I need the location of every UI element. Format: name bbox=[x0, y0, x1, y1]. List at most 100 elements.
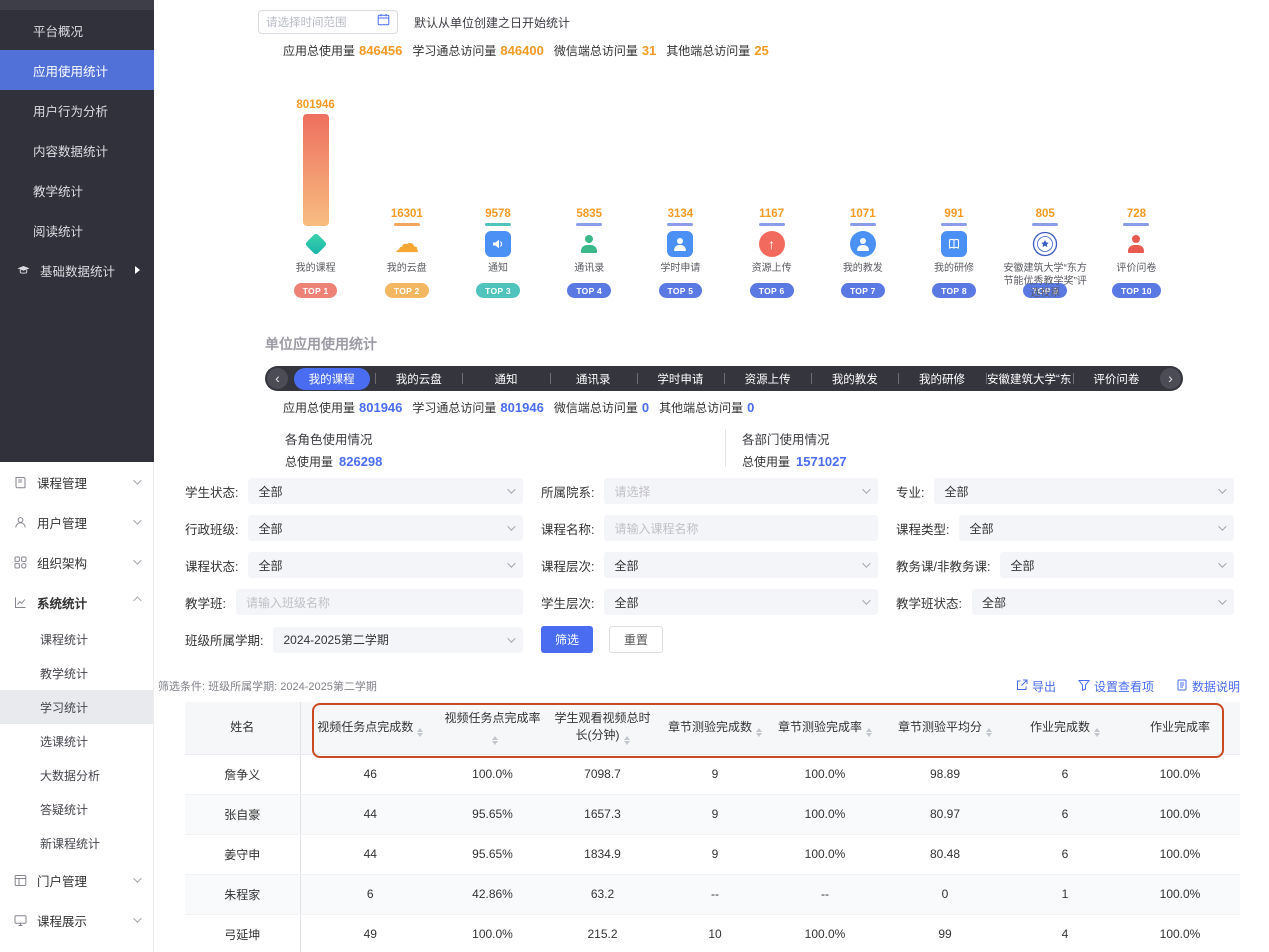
tab-research-training[interactable]: 我的研修 bbox=[898, 366, 985, 391]
bar-value: 16301 bbox=[391, 208, 423, 220]
tab-notifications[interactable]: 通知 bbox=[462, 366, 549, 391]
major-select[interactable]: 全部 bbox=[934, 478, 1234, 504]
sidebar-item-content-data[interactable]: 内容数据统计 bbox=[0, 130, 154, 170]
chart-icon bbox=[13, 595, 28, 610]
filter-teaching-class-status: 教学班状态: 全部 bbox=[896, 589, 1234, 615]
sidebar-subitem-learning-stats[interactable]: 学习统计 bbox=[0, 690, 153, 724]
student-level-select[interactable]: 全部 bbox=[604, 589, 878, 615]
rank-badge: TOP 1 bbox=[294, 283, 338, 298]
sidebar-item-reading-stats[interactable]: 阅读统计 bbox=[0, 210, 154, 250]
sidebar-item-user-management[interactable]: 用户管理 bbox=[0, 502, 153, 542]
tab-scroll-left-icon[interactable]: ‹ bbox=[267, 368, 288, 389]
chevron-down-icon bbox=[133, 914, 141, 922]
chevron-down-icon bbox=[133, 516, 141, 524]
table-row: 姜守申 4495.65% 1834.99 100.0%80.48 6100.0% bbox=[185, 834, 1240, 874]
export-link[interactable]: 导出 bbox=[1016, 678, 1056, 695]
filter-summary: 筛选条件: 班级所属学期: 2024-2025第二学期 bbox=[158, 678, 377, 694]
tab-study-hours[interactable]: 学时申请 bbox=[637, 366, 724, 391]
academic-course-select[interactable]: 全部 bbox=[1000, 552, 1234, 578]
sort-icon[interactable] bbox=[492, 736, 498, 746]
sidebar-item-teaching-stats[interactable]: 教学统计 bbox=[0, 170, 154, 210]
sort-icon[interactable] bbox=[1094, 728, 1100, 738]
filter-teaching-class: 教学班: 请输入班级名称 bbox=[185, 589, 523, 615]
sort-icon[interactable] bbox=[986, 728, 992, 738]
header-video-watch-minutes: 学生观看视频总时长(分钟) bbox=[545, 702, 660, 754]
data-description-link[interactable]: 数据说明 bbox=[1176, 678, 1240, 695]
department-usage-panel: 各部门使用情况 总使用量1571027 bbox=[725, 429, 847, 467]
semester-select[interactable]: 2024-2025第二学期 bbox=[273, 627, 523, 653]
funnel-icon bbox=[1078, 679, 1090, 694]
chevron-down-icon bbox=[1218, 522, 1226, 530]
chevron-down-icon bbox=[1218, 596, 1226, 604]
sidebar-item-org-structure[interactable]: 组织架构 bbox=[0, 542, 153, 582]
rank-badge: TOP 4 bbox=[567, 283, 611, 298]
chart-column-study-hours: 3134 学时申请 TOP 5 bbox=[635, 88, 726, 298]
sidebar-item-course-display[interactable]: 课程展示 bbox=[0, 900, 153, 940]
header-video-task-completed: 视频任务点完成数 bbox=[300, 702, 440, 754]
sidebar-subitem-big-data-analysis[interactable]: 大数据分析 bbox=[0, 758, 153, 792]
bar-value: 1071 bbox=[850, 208, 876, 220]
teaching-development-icon bbox=[850, 231, 876, 257]
sort-icon[interactable] bbox=[756, 728, 762, 738]
chart-column-cloud-disk: 16301 ☁ 我的云盘 TOP 2 bbox=[361, 88, 452, 298]
display-icon bbox=[13, 913, 28, 928]
university-logo-icon bbox=[1032, 231, 1058, 257]
header-chapter-quiz-completed: 章节测验完成数 bbox=[660, 702, 770, 754]
sidebar-item-system-stats[interactable]: 系统统计 bbox=[0, 582, 153, 622]
bar bbox=[667, 223, 693, 226]
sidebar-subitem-new-course-stats[interactable]: 新课程统计 bbox=[0, 826, 153, 860]
sidebar-item-course-management[interactable]: 课程管理 bbox=[0, 462, 153, 502]
chevron-down-icon bbox=[507, 522, 515, 530]
sort-icon[interactable] bbox=[624, 736, 630, 746]
date-range-picker[interactable]: 请选择时间范围 bbox=[258, 10, 398, 34]
sidebar-item-basic-data-stats[interactable]: 基础数据统计 bbox=[0, 250, 154, 290]
chevron-down-icon bbox=[507, 485, 515, 493]
sidebar-item-user-behavior[interactable]: 用户行为分析 bbox=[0, 90, 154, 130]
course-type-select[interactable]: 全部 bbox=[959, 515, 1234, 541]
filter-course-type: 课程类型: 全部 bbox=[896, 515, 1234, 541]
tab-scroll-right-icon[interactable]: › bbox=[1160, 368, 1181, 389]
bar bbox=[1032, 223, 1058, 226]
tab-list: 我的课程 我的云盘 通知 通讯录 学时申请 资源上传 我的教发 我的研修 安徽建… bbox=[288, 366, 1160, 391]
reset-button[interactable]: 重置 bbox=[609, 626, 663, 653]
sidebar-item-platform-overview[interactable]: 平台概况 bbox=[0, 10, 154, 50]
department-select[interactable]: 请选择 bbox=[604, 478, 878, 504]
chevron-right-icon bbox=[135, 266, 140, 274]
sidebar-subitem-course-stats[interactable]: 课程统计 bbox=[0, 622, 153, 656]
sidebar-subitem-qa-stats[interactable]: 答疑统计 bbox=[0, 792, 153, 826]
filter-major: 专业: 全部 bbox=[896, 478, 1234, 504]
sort-icon[interactable] bbox=[417, 728, 423, 738]
teaching-class-status-select[interactable]: 全部 bbox=[972, 589, 1234, 615]
tab-my-courses[interactable]: 我的课程 bbox=[288, 366, 375, 391]
filter-form: 学生状态: 全部 所属院系: 请选择 专业: 全部 行政班级: 全部 课程名称:… bbox=[185, 478, 1234, 653]
course-name-input[interactable]: 请输入课程名称 bbox=[604, 515, 878, 541]
sidebar-subitem-teaching-stats[interactable]: 教学统计 bbox=[0, 656, 153, 690]
teaching-class-input[interactable]: 请输入班级名称 bbox=[236, 589, 523, 615]
tab-contacts[interactable]: 通讯录 bbox=[550, 366, 637, 391]
sidebar-item-portal-management[interactable]: 门户管理 bbox=[0, 860, 153, 900]
open-book-icon bbox=[941, 231, 967, 257]
tab-evaluation-survey[interactable]: 评价问卷 bbox=[1073, 366, 1160, 391]
filter-button[interactable]: 筛选 bbox=[541, 626, 593, 653]
bar bbox=[303, 114, 329, 226]
sidebar-subitem-course-selection-stats[interactable]: 选课统计 bbox=[0, 724, 153, 758]
sort-icon[interactable] bbox=[866, 728, 872, 738]
tab-cloud-disk[interactable]: 我的云盘 bbox=[375, 366, 462, 391]
bar bbox=[485, 223, 511, 226]
admin-class-select[interactable]: 全部 bbox=[248, 515, 523, 541]
chart-column-notifications: 9578 通知 TOP 3 bbox=[452, 88, 543, 298]
filter-student-status: 学生状态: 全部 bbox=[185, 478, 523, 504]
study-hours-icon bbox=[667, 231, 693, 257]
chevron-down-icon bbox=[133, 874, 141, 882]
course-status-select[interactable]: 全部 bbox=[248, 552, 523, 578]
sidebar-item-app-usage-stats[interactable]: 应用使用统计 bbox=[0, 50, 154, 90]
course-level-select[interactable]: 全部 bbox=[604, 552, 878, 578]
tab-university-vote[interactable]: 安徽建筑大学“东 bbox=[986, 366, 1073, 391]
student-status-select[interactable]: 全部 bbox=[248, 478, 523, 504]
tab-resource-upload[interactable]: 资源上传 bbox=[724, 366, 811, 391]
stats-start-hint: 默认从单位创建之日开始统计 bbox=[414, 14, 570, 31]
set-visible-columns-link[interactable]: 设置查看项 bbox=[1078, 678, 1154, 695]
app-name: 资源上传 bbox=[727, 263, 817, 278]
app-name: 安徽建筑大学“东方节能优秀教学奖”评选投票 bbox=[1000, 263, 1090, 278]
tab-teaching-development[interactable]: 我的教发 bbox=[811, 366, 898, 391]
